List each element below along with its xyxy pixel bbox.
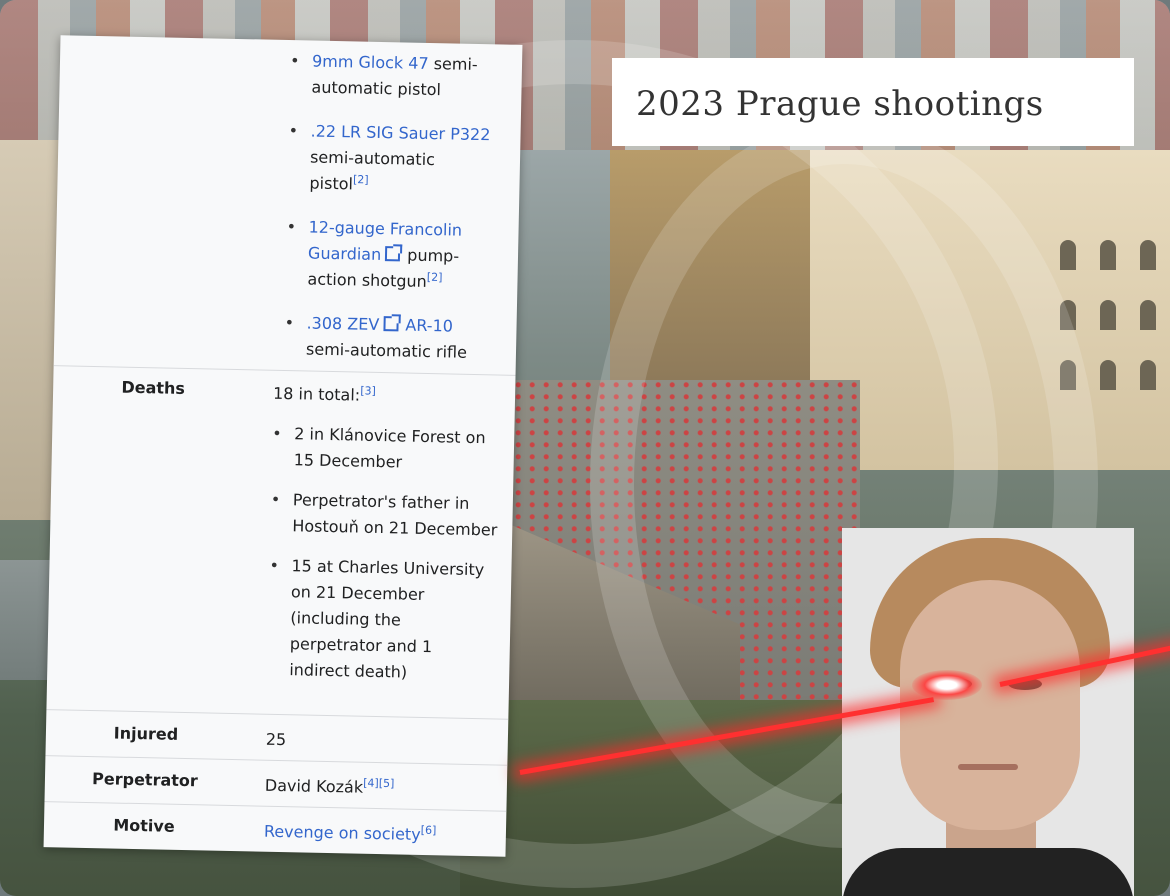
list-item: 15 at Charles University on 21 December … [267, 553, 498, 688]
list-item: .22 LR SIG Sauer P322 semi-automatic pis… [287, 118, 499, 200]
citation[interactable]: [3] [360, 384, 376, 397]
citation[interactable]: [6] [421, 824, 437, 837]
list-item: 9mm Glock 47 semi-automatic pistol [289, 48, 500, 104]
injured-label: Injured [113, 723, 179, 744]
weapon-link[interactable]: AR-10 [405, 316, 453, 336]
deaths-summary: 18 in total: [272, 383, 361, 405]
perpetrator-portrait [842, 528, 1134, 896]
list-item: .308 ZEV AR-10 semi-automatic rifle [284, 310, 495, 366]
list-item: 2 in Klánovice Forest on 15 December [271, 421, 500, 478]
motive-value: Revenge on society[6] [264, 819, 492, 850]
external-link-icon [385, 246, 401, 262]
weapon-link[interactable]: .308 ZEV [306, 313, 379, 334]
weapon-link[interactable]: 9mm Glock 47 [312, 52, 429, 73]
motive-label: Motive [113, 815, 175, 836]
list-item: 12-gauge Francolin Guardian pump-action … [285, 214, 497, 296]
laser-eye-glow [912, 670, 982, 700]
external-link-icon [383, 316, 399, 332]
deaths-list: 2 in Klánovice Forest on 15 December Per… [267, 421, 500, 688]
weapon-link[interactable]: .22 LR SIG Sauer P322 [310, 122, 490, 145]
deaths-label: Deaths [121, 377, 186, 398]
face [900, 580, 1080, 830]
perpetrator-value: David Kozák[4][5] [265, 773, 493, 804]
injured-value: 25 [265, 729, 287, 750]
citation[interactable]: [2] [427, 271, 443, 284]
motive-link[interactable]: Revenge on society [264, 822, 421, 844]
shirt [842, 848, 1134, 896]
weapon-description: semi-automatic pistol [309, 147, 436, 194]
weapon-description: semi-automatic rifle [305, 339, 468, 362]
citation[interactable]: [2] [353, 173, 369, 186]
deaths-value: 18 in total:[3] 2 in Klánovice Forest on… [267, 381, 501, 688]
perpetrator-label: Perpetrator [91, 769, 198, 791]
citation[interactable]: [4][5] [363, 776, 394, 790]
wikipedia-infobox: 9mm Glock 47 semi-automatic pistol .22 L… [43, 35, 523, 857]
mouth [958, 764, 1018, 770]
thumbnail-collage: 9mm Glock 47 semi-automatic pistol .22 L… [0, 0, 1170, 896]
perpetrator-name: David Kozák [264, 775, 364, 797]
deaths-row: Deaths 18 in total:[3] 2 in Klánovice Fo… [46, 365, 516, 720]
motive-row: Motive Revenge on society[6] [43, 801, 507, 857]
list-item: Perpetrator's father in Hostouň on 21 De… [270, 487, 499, 544]
weapons-list: 9mm Glock 47 semi-automatic pistol .22 L… [283, 48, 500, 384]
page-title: 2023 Prague shootings [636, 84, 1044, 124]
title-banner: 2023 Prague shootings [612, 58, 1134, 146]
